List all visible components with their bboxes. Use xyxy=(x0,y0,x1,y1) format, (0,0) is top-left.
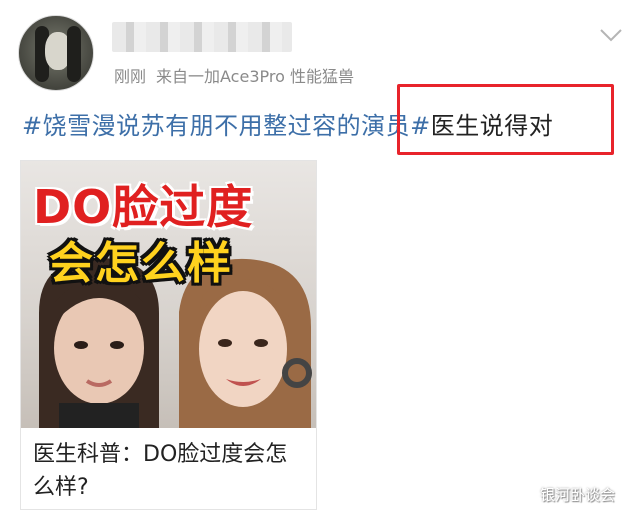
red-highlight-box xyxy=(397,84,614,155)
watermark-text: 银河卧谈会 xyxy=(540,486,616,504)
chevron-down-icon[interactable] xyxy=(600,28,622,42)
topic-link[interactable]: #饶雪漫说苏有朋不用整过容的演员 xyxy=(22,112,410,140)
author-name-blurred[interactable] xyxy=(112,22,292,52)
post-meta: 刚刚 来自一加Ace3Pro 性能猛兽 xyxy=(114,63,364,87)
article-thumbnail[interactable]: DO脸过度 会怎么样 xyxy=(21,161,316,428)
author-avatar[interactable] xyxy=(18,15,94,91)
post-time: 刚刚 xyxy=(114,67,147,86)
avatar-hair-right xyxy=(67,26,81,82)
article-caption[interactable]: 医生科普：DO脸过度会怎么样? xyxy=(33,438,305,504)
post-source[interactable]: 来自一加Ace3Pro 性能猛兽 xyxy=(156,67,354,86)
thumbnail-title-line2: 会怎么样 xyxy=(49,238,233,289)
article-card[interactable]: DO脸过度 会怎么样 医生科普：DO脸过度会怎么样? xyxy=(20,160,317,510)
